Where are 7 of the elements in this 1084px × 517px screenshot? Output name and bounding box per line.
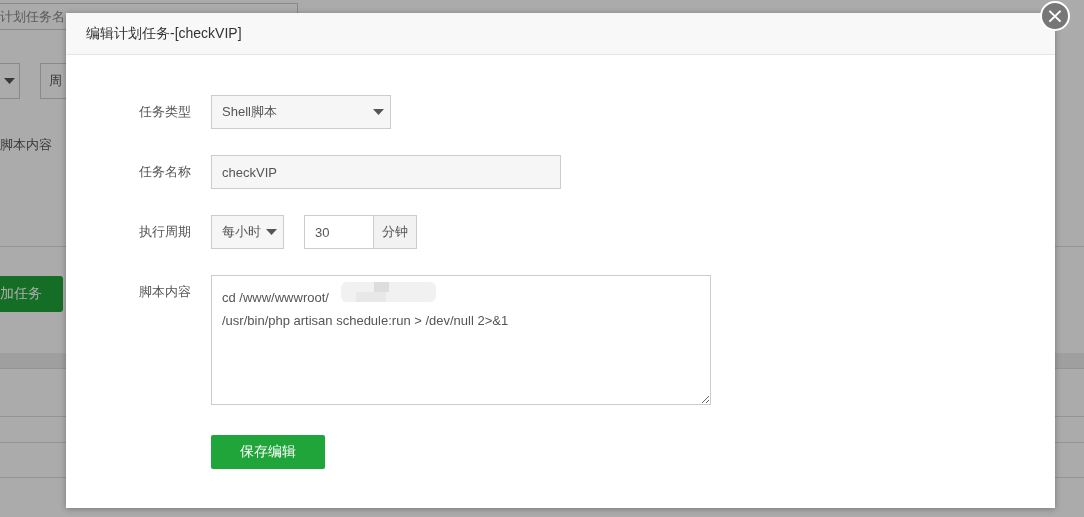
dialog-title: 编辑计划任务-[checkVIP] [86, 24, 242, 43]
field-label: 任务类型 [139, 103, 191, 121]
unit-addon: 分钟 [374, 215, 417, 249]
field-label: 脚本内容 [0, 136, 53, 154]
field-label: 脚本内容 [139, 283, 191, 301]
field-label: 执行周期 [139, 223, 191, 241]
field-label: 任务名称 [139, 163, 191, 181]
